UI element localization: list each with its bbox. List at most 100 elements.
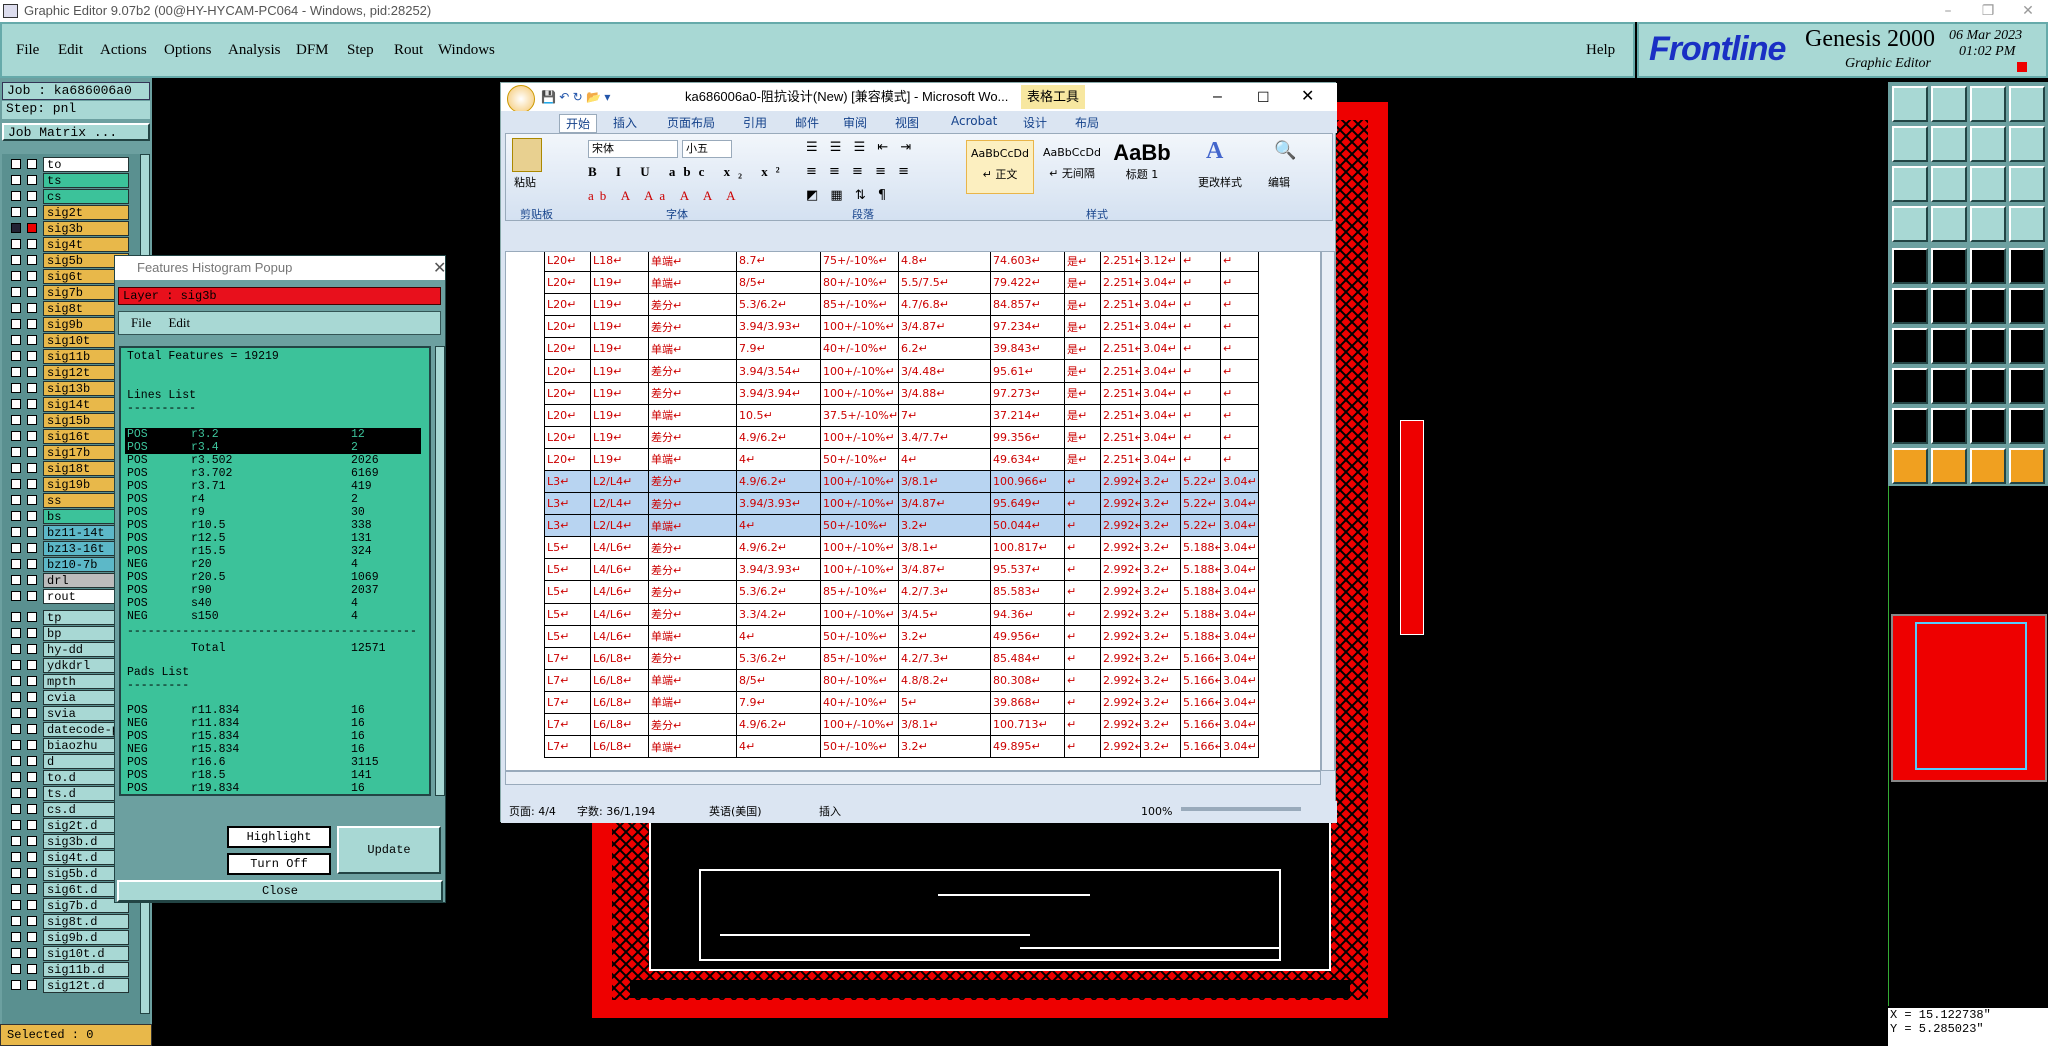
- table-cell[interactable]: 2.251↵: [1100, 271, 1141, 295]
- layer-checkbox[interactable]: [11, 644, 21, 654]
- layer-row[interactable]: sig11b: [7, 349, 129, 364]
- table-cell[interactable]: 是↵: [1064, 315, 1101, 339]
- table-cell[interactable]: L2/L4↵: [590, 514, 649, 538]
- layer-affected-box[interactable]: [27, 223, 37, 233]
- layer-checkbox[interactable]: [11, 319, 21, 329]
- layer-affected-box[interactable]: [27, 692, 37, 702]
- table-cell[interactable]: 3.2↵: [1140, 514, 1181, 538]
- layer-affected-box[interactable]: [27, 479, 37, 489]
- histogram-row[interactable]: POS r12.5 131: [125, 532, 421, 545]
- layer-row[interactable]: bz13-16t: [7, 541, 129, 556]
- table-cell[interactable]: 5.3/6.2↵: [736, 580, 821, 604]
- layer-row[interactable]: datecode-p: [7, 722, 129, 737]
- popup-close-icon[interactable]: ✕: [433, 258, 446, 277]
- table-cell[interactable]: 80.308↵: [990, 668, 1065, 692]
- layer-affected-box[interactable]: [27, 319, 37, 329]
- menu-windows[interactable]: Windows: [438, 42, 495, 59]
- layer-checkbox[interactable]: [11, 836, 21, 846]
- table-row[interactable]: L5↵ L4/L6↵ 差分↵ 3.3/4.2↵ 100+/-10%↵ 3/4.5↵ 94.3…: [544, 602, 1259, 626]
- table-cell[interactable]: L7↵: [544, 690, 591, 714]
- edit-label[interactable]: 编辑: [1268, 174, 1290, 190]
- table-cell[interactable]: 8.7↵: [736, 252, 821, 273]
- table-cell[interactable]: 单端↵: [648, 252, 737, 273]
- layer-affected-box[interactable]: [27, 644, 37, 654]
- table-cell[interactable]: 8/5↵: [736, 668, 821, 692]
- table-cell[interactable]: 3.94/3.94↵: [736, 381, 821, 405]
- layer-row[interactable]: sig14t: [7, 397, 129, 412]
- table-cell[interactable]: 3.2↵: [1140, 668, 1181, 692]
- layer-affected-box[interactable]: [27, 367, 37, 377]
- triangle3-icon[interactable]: [1970, 408, 2006, 444]
- table-cell[interactable]: L18↵: [590, 252, 649, 273]
- pointer4-icon[interactable]: [2009, 448, 2045, 484]
- table-cell[interactable]: 3.04↵: [1140, 337, 1181, 361]
- paragraph-buttons[interactable]: ☰ ☰ ☰ ⇤ ⇥: [806, 140, 915, 155]
- table-cell[interactable]: 4.9/6.2↵: [736, 536, 821, 560]
- ribbon-tab[interactable]: 审阅: [843, 114, 867, 131]
- table-cell[interactable]: 3.2↵: [1140, 558, 1181, 582]
- table-cell[interactable]: ↵: [1064, 558, 1101, 582]
- table-cell[interactable]: 5.188↵: [1180, 602, 1221, 626]
- table-cell[interactable]: 5.22↵: [1180, 492, 1221, 516]
- histogram-row[interactable]: POS r3.502 2026: [125, 454, 421, 467]
- layer-checkbox[interactable]: [11, 980, 21, 990]
- table-cell[interactable]: 3.04↵: [1220, 469, 1259, 494]
- table-cell[interactable]: 5.166↵: [1180, 668, 1221, 692]
- table-cell[interactable]: 85+/-10%↵: [820, 293, 899, 317]
- status-insert-mode[interactable]: 插入: [819, 801, 841, 823]
- table-cell[interactable]: 是↵: [1064, 425, 1101, 449]
- overview-map[interactable]: [1891, 614, 2047, 782]
- table-row[interactable]: L20↵ L19↵ 差分↵ 3.94/3.93↵ 100+/-10%↵ 3/4.87↵ 97…: [544, 315, 1259, 339]
- table-cell[interactable]: 100+/-10%↵: [820, 359, 899, 383]
- layer-row[interactable]: sig8t: [7, 301, 129, 316]
- layer-row[interactable]: sig17b: [7, 445, 129, 460]
- font-size-field[interactable]: 小五: [682, 140, 732, 158]
- menu-analysis[interactable]: Analysis: [228, 42, 281, 59]
- table-cell[interactable]: 4.8↵: [898, 252, 991, 273]
- table-cell[interactable]: 3.2↵: [1140, 624, 1181, 648]
- turn-off-button[interactable]: Turn Off: [227, 853, 331, 875]
- layer-affected-box[interactable]: [27, 852, 37, 862]
- layer-name[interactable]: sig4t: [43, 237, 129, 252]
- pan-icon[interactable]: [1931, 166, 1967, 202]
- paste-icon[interactable]: [512, 138, 542, 172]
- menu-edit[interactable]: Edit: [58, 42, 83, 59]
- layer-row[interactable]: sig2t.d: [7, 818, 129, 833]
- table-cell[interactable]: 100+/-10%↵: [820, 469, 899, 494]
- slope-icon[interactable]: [1931, 328, 1967, 364]
- table-cell[interactable]: ↵: [1064, 646, 1101, 670]
- snap-icon[interactable]: [1970, 206, 2006, 242]
- redo-icon[interactable]: [2009, 126, 2045, 162]
- table-row[interactable]: L20↵ L19↵ 单端↵ 8/5↵ 80+/-10%↵ 5.5/7.5↵ 79.422↵ 是…: [544, 271, 1259, 295]
- table-cell[interactable]: 3.94/3.54↵: [736, 359, 821, 383]
- layer-affected-box[interactable]: [27, 932, 37, 942]
- layer-checkbox[interactable]: [11, 207, 21, 217]
- layer-affected-box[interactable]: [27, 612, 37, 622]
- table-cell[interactable]: 100.817↵: [990, 536, 1065, 560]
- table-cell[interactable]: 8/5↵: [736, 271, 821, 295]
- table-cell[interactable]: 是↵: [1064, 359, 1101, 383]
- layer-name[interactable]: sig11b.d: [43, 962, 129, 977]
- layer-checkbox[interactable]: [11, 724, 21, 734]
- histogram-row[interactable]: POS r3.4 2: [125, 441, 421, 454]
- table-cell[interactable]: 3.04↵: [1220, 624, 1259, 648]
- table-cell[interactable]: 3.04↵: [1220, 558, 1259, 582]
- layer-row[interactable]: biaozhu: [7, 738, 129, 753]
- histogram-row[interactable]: POS r4 2: [125, 493, 421, 506]
- layer-row[interactable]: sig3b: [7, 221, 129, 236]
- layer-checkbox[interactable]: [11, 692, 21, 702]
- table-cell[interactable]: 50+/-10%↵: [820, 447, 899, 471]
- table-cell[interactable]: 5.188↵: [1180, 536, 1221, 560]
- table-cell[interactable]: 100.966↵: [990, 469, 1065, 494]
- table-row[interactable]: L3↵ L2/L4↵ 差分↵ 4.9/6.2↵ 100+/-10%↵ 3/8.1↵ 100.…: [544, 469, 1259, 494]
- table-cell[interactable]: 4.7/6.8↵: [898, 293, 991, 317]
- table-cell[interactable]: 单端↵: [648, 735, 737, 759]
- table-cell[interactable]: 3/4.87↵: [898, 315, 991, 339]
- split-icon[interactable]: [1970, 288, 2006, 324]
- table-cell[interactable]: L20↵: [544, 359, 591, 383]
- status-language[interactable]: 英语(美国): [709, 801, 762, 823]
- layer-affected-box[interactable]: [27, 740, 37, 750]
- rotate-icon[interactable]: [2009, 288, 2045, 324]
- layer-name[interactable]: sig12t.d: [43, 978, 129, 993]
- table-cell[interactable]: ↵: [1180, 359, 1221, 383]
